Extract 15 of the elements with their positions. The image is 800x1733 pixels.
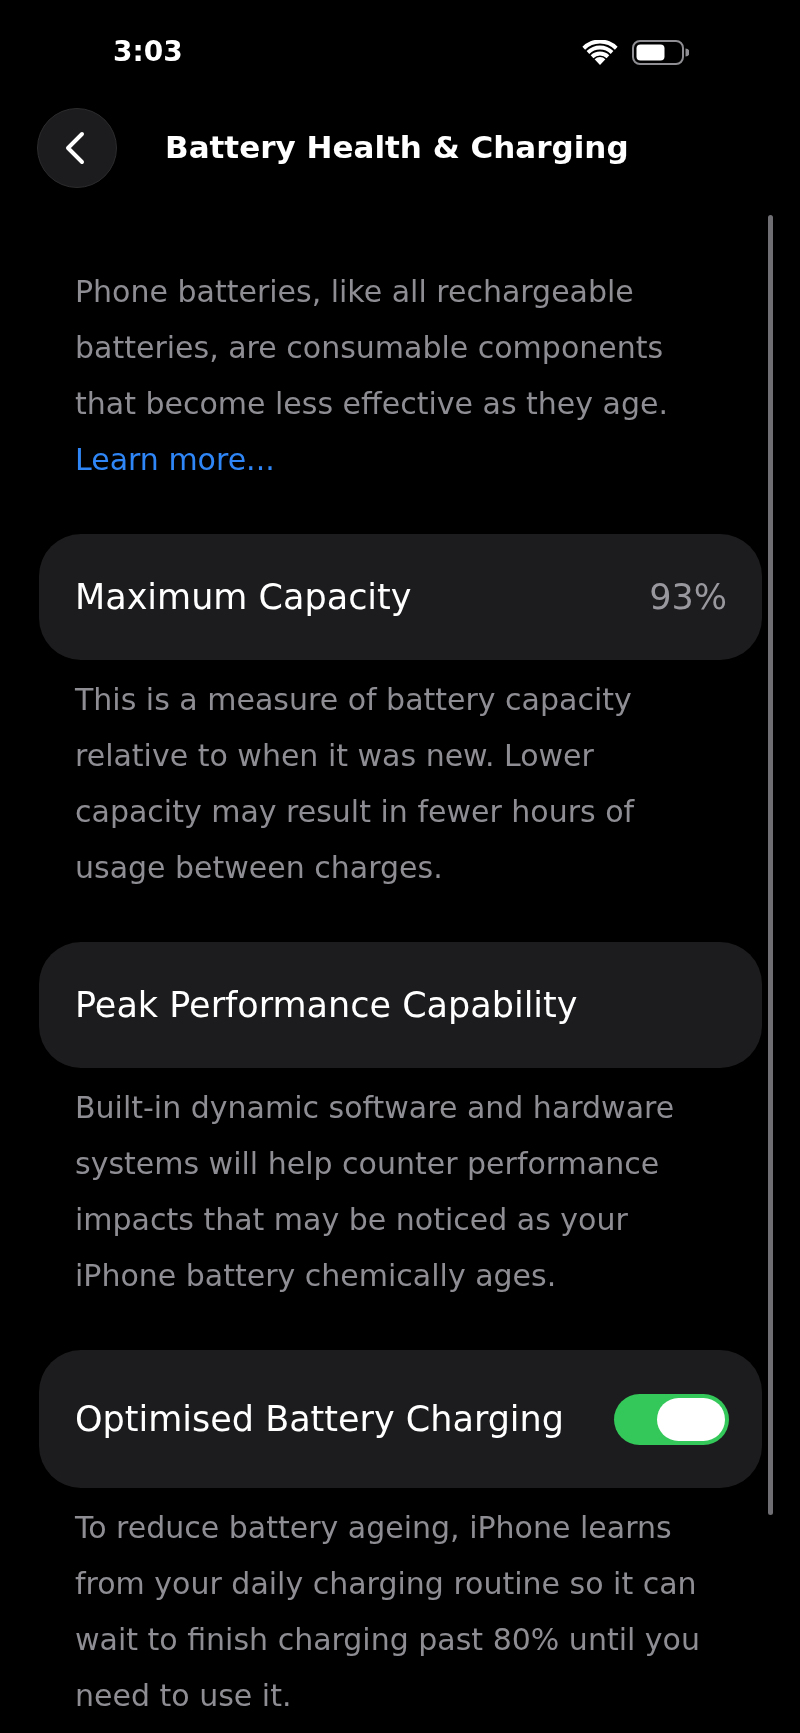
wifi-icon <box>582 39 618 65</box>
learn-more-link[interactable]: Learn more... <box>75 432 275 488</box>
toggle-switch[interactable] <box>614 1393 729 1445</box>
page-title: Battery Health & Charging <box>165 129 629 167</box>
intro-text: Phone batteries, like all rechargeable batteries, are consumable components that become less effective as they age. <box>75 273 670 423</box>
status-time: 3:03 <box>113 38 183 66</box>
battery-icon <box>632 39 689 65</box>
row-label: Optimised Battery Charging <box>75 1399 564 1439</box>
row-value: 93% <box>649 577 727 617</box>
section-description: This is a measure of battery capacity relative to when it was new. Lower capacity may result in fewer hours of usage between charges. <box>75 681 636 887</box>
section-description: Built-in dynamic software and hardware systems will help counter performance impacts that may be noticed as your iPhone battery chemically ages. <box>75 1089 676 1295</box>
section-description: To reduce battery ageing, iPhone learns from your daily charging routine so it can wait to finish charging past 80% until you need to use it. <box>75 1509 701 1715</box>
row-label: Peak Performance Capability <box>75 985 578 1025</box>
row-label: Maximum Capacity <box>75 577 412 617</box>
chevron-left-icon <box>65 131 85 165</box>
